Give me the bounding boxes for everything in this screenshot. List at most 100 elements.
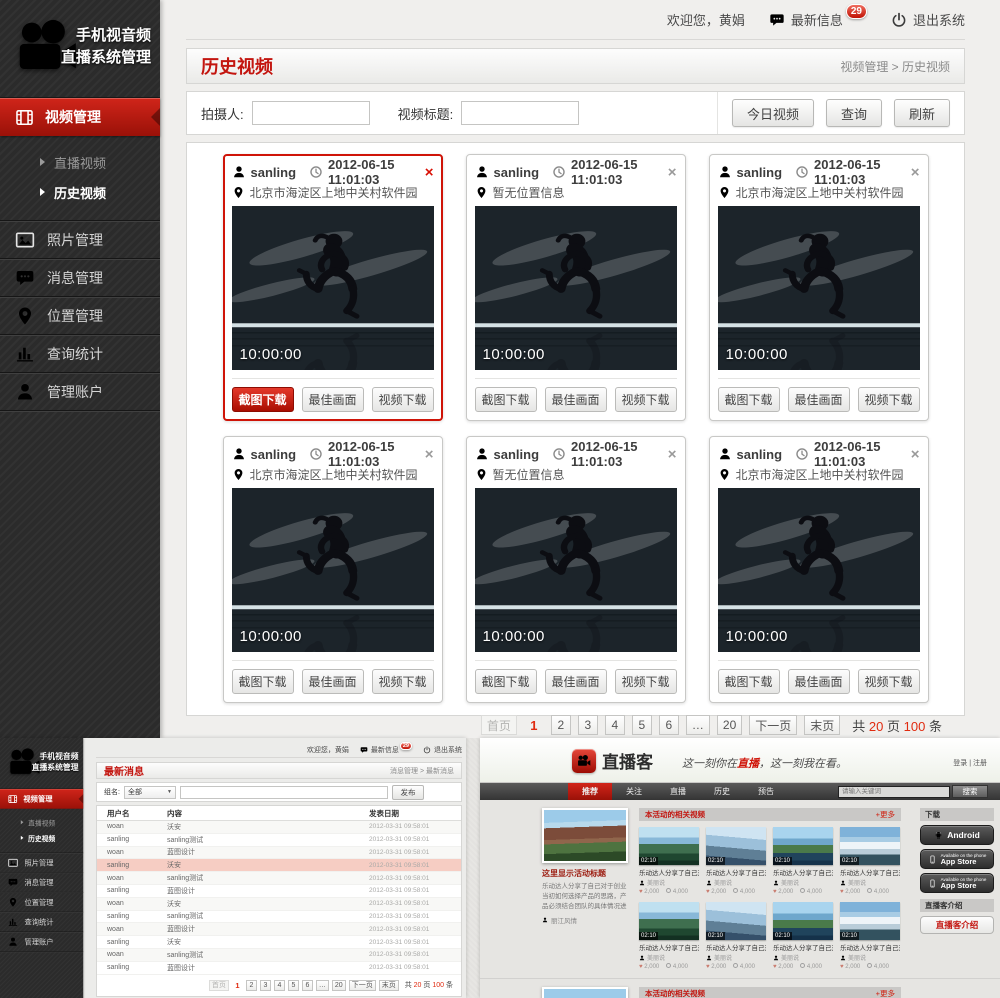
video-title[interactable]: 乐动达人分享了自己对产品 [706, 942, 766, 952]
sidebar-item-account-management[interactable]: 管理账户 [0, 931, 83, 951]
video-thumb[interactable]: 02:10 [706, 827, 766, 865]
next-page-button[interactable]: 下一页 [349, 980, 376, 991]
appstore-download-button[interactable]: Available on the phone App Store [920, 849, 994, 869]
best-frame-button[interactable]: 最佳画面 [302, 669, 364, 694]
nav-item[interactable]: 历史 [700, 783, 744, 800]
last-page-button[interactable]: 末页 [379, 980, 399, 991]
sidebar-item-message-management[interactable]: 消息管理 [0, 872, 83, 892]
appstore-download-button[interactable]: Available on the phone App Store [920, 873, 994, 893]
nav-item[interactable]: 直播 [656, 783, 700, 800]
sidebar-item-query-statistics[interactable]: 查询统计 [0, 912, 83, 932]
screenshot-download-button[interactable]: 截图下载 [718, 669, 780, 694]
video-thumb[interactable]: 02:10 [773, 827, 833, 865]
nav-item[interactable]: 推荐 [568, 783, 612, 800]
video-thumb[interactable]: 02:10 [639, 902, 699, 940]
page-number-button[interactable]: 2 [246, 980, 257, 991]
screenshot-download-button[interactable]: 截图下载 [232, 669, 294, 694]
latest-messages-link[interactable]: 最新信息 29 [360, 745, 412, 755]
table-row[interactable]: woan 沃安 2012-03-31 09:58:01 [97, 821, 461, 834]
screenshot-download-button[interactable]: 截图下载 [475, 669, 537, 694]
page-number-button[interactable]: 5 [632, 715, 652, 735]
more-link[interactable]: +更多 [876, 809, 895, 820]
video-thumbnail[interactable]: 10:00:00 [718, 488, 920, 652]
best-frame-button[interactable]: 最佳画面 [788, 669, 850, 694]
video-title[interactable]: 乐动达人分享了自己对产品 [639, 942, 699, 952]
table-row[interactable]: woan 沃安 2012-03-31 09:58:01 [97, 898, 461, 911]
video-thumb[interactable]: 02:10 [840, 827, 900, 865]
activity-photo[interactable] [542, 987, 628, 998]
video-title[interactable]: 乐动达人分享了自己对产品 [773, 942, 833, 952]
android-download-button[interactable]: Android [920, 825, 994, 845]
video-title[interactable]: 乐动达人分享了自己对产品 [639, 867, 699, 877]
intro-button[interactable]: 直播客介绍 [920, 916, 994, 934]
close-icon[interactable]: × [668, 165, 677, 180]
page-number-button[interactable]: 1 [524, 715, 544, 735]
table-row[interactable]: woan 蓝图设计 2012-03-31 09:58:01 [97, 923, 461, 936]
video-title[interactable]: 乐动达人分享了自己对产品 [840, 942, 900, 952]
video-card[interactable]: sanling 2012-06-15 11:01:03 × 北京市海淀区上地中关… [223, 436, 443, 703]
close-icon[interactable]: × [911, 447, 920, 462]
video-download-button[interactable]: 视频下载 [858, 387, 920, 412]
sidebar-item-account-management[interactable]: 管理账户 [0, 372, 160, 410]
best-frame-button[interactable]: 最佳画面 [302, 387, 364, 412]
video-title-input[interactable] [461, 101, 579, 125]
page-number-button[interactable]: 1 [232, 980, 243, 991]
video-card[interactable]: sanling 2012-06-15 11:01:03 × 北京市海淀区上地中关… [709, 436, 929, 703]
logout-link[interactable]: 退出系统 [423, 745, 462, 755]
video-thumbnail[interactable]: 10:00:00 [718, 206, 920, 370]
today-videos-button[interactable]: 今日视频 [732, 99, 814, 127]
table-row[interactable]: sanling 沃安 2012-03-31 09:58:01 [97, 859, 461, 872]
page-number-button[interactable]: 4 [605, 715, 625, 735]
page-number-button[interactable]: 3 [260, 980, 271, 991]
sidebar-item-query-statistics[interactable]: 查询统计 [0, 334, 160, 372]
shooter-input[interactable] [252, 101, 370, 125]
video-card[interactable]: sanling 2012-06-15 11:01:03 × 北京市海淀区上地中关… [709, 154, 929, 421]
video-card[interactable]: sanling 2012-06-15 11:01:03 × 暂无位置信息 10:… [466, 436, 686, 703]
first-page-button[interactable]: 首页 [209, 980, 229, 991]
best-frame-button[interactable]: 最佳画面 [545, 387, 607, 412]
message-input[interactable] [180, 786, 388, 799]
table-row[interactable]: sanling 蓝图设计 2012-03-31 09:58:01 [97, 885, 461, 898]
next-page-button[interactable]: 下一页 [749, 715, 797, 735]
video-thumbnail[interactable]: 10:00:00 [475, 488, 677, 652]
video-thumb[interactable]: 02:10 [706, 902, 766, 940]
sidebar-subitem[interactable]: 直播视频 [0, 814, 83, 830]
group-select[interactable]: 全部 ▼ [124, 786, 176, 799]
first-page-button[interactable]: 首页 [481, 715, 517, 735]
close-icon[interactable]: × [668, 447, 677, 462]
best-frame-button[interactable]: 最佳画面 [788, 387, 850, 412]
sidebar-subitem[interactable]: 历史视频 [0, 830, 83, 846]
video-download-button[interactable]: 视频下载 [372, 387, 434, 412]
screenshot-download-button[interactable]: 截图下载 [718, 387, 780, 412]
sidebar-item-video-management[interactable]: 视频管理 [0, 98, 160, 136]
search-button[interactable]: 搜索 [952, 785, 988, 798]
page-number-button[interactable]: 20 [717, 715, 742, 735]
video-thumbnail[interactable]: 10:00:00 [232, 206, 434, 370]
sidebar-subitem[interactable]: 直播视频 [0, 147, 160, 177]
table-row[interactable]: sanling sanling测试 2012-03-31 09:58:01 [97, 911, 461, 924]
video-thumb[interactable]: 02:10 [639, 827, 699, 865]
page-number-button[interactable]: 6 [659, 715, 679, 735]
portal-logo[interactable]: 直播客 [572, 748, 653, 773]
publish-button[interactable]: 发布 [392, 785, 424, 800]
table-row[interactable]: woan sanling测试 2012-03-31 09:58:01 [97, 872, 461, 885]
table-row[interactable]: woan sanling测试 2012-03-31 09:58:01 [97, 949, 461, 962]
video-thumb[interactable]: 02:10 [840, 902, 900, 940]
sidebar-item-location-management[interactable]: 位置管理 [0, 892, 83, 912]
video-thumb[interactable]: 02:10 [773, 902, 833, 940]
video-card[interactable]: sanling 2012-06-15 11:01:03 × 暂无位置信息 10:… [466, 154, 686, 421]
video-download-button[interactable]: 视频下载 [858, 669, 920, 694]
video-title[interactable]: 乐动达人分享了自己对产品 [773, 867, 833, 877]
page-number-button[interactable]: 2 [551, 715, 571, 735]
video-title[interactable]: 乐动达人分享了自己对产品 [840, 867, 900, 877]
table-row[interactable]: sanling 沃安 2012-03-31 09:58:01 [97, 936, 461, 949]
table-row[interactable]: sanling 蓝图设计 2012-03-31 09:58:01 [97, 962, 461, 975]
refresh-button[interactable]: 刷新 [894, 99, 950, 127]
screenshot-download-button[interactable]: 截图下载 [475, 387, 537, 412]
latest-messages-link[interactable]: 最新信息 29 [769, 10, 867, 29]
page-number-button[interactable]: … [316, 980, 329, 991]
video-title[interactable]: 乐动达人分享了自己对产品 [706, 867, 766, 877]
nav-item[interactable]: 预告 [744, 783, 788, 800]
sidebar-subitem[interactable]: 历史视频 [0, 177, 160, 207]
page-number-button[interactable]: 3 [578, 715, 598, 735]
